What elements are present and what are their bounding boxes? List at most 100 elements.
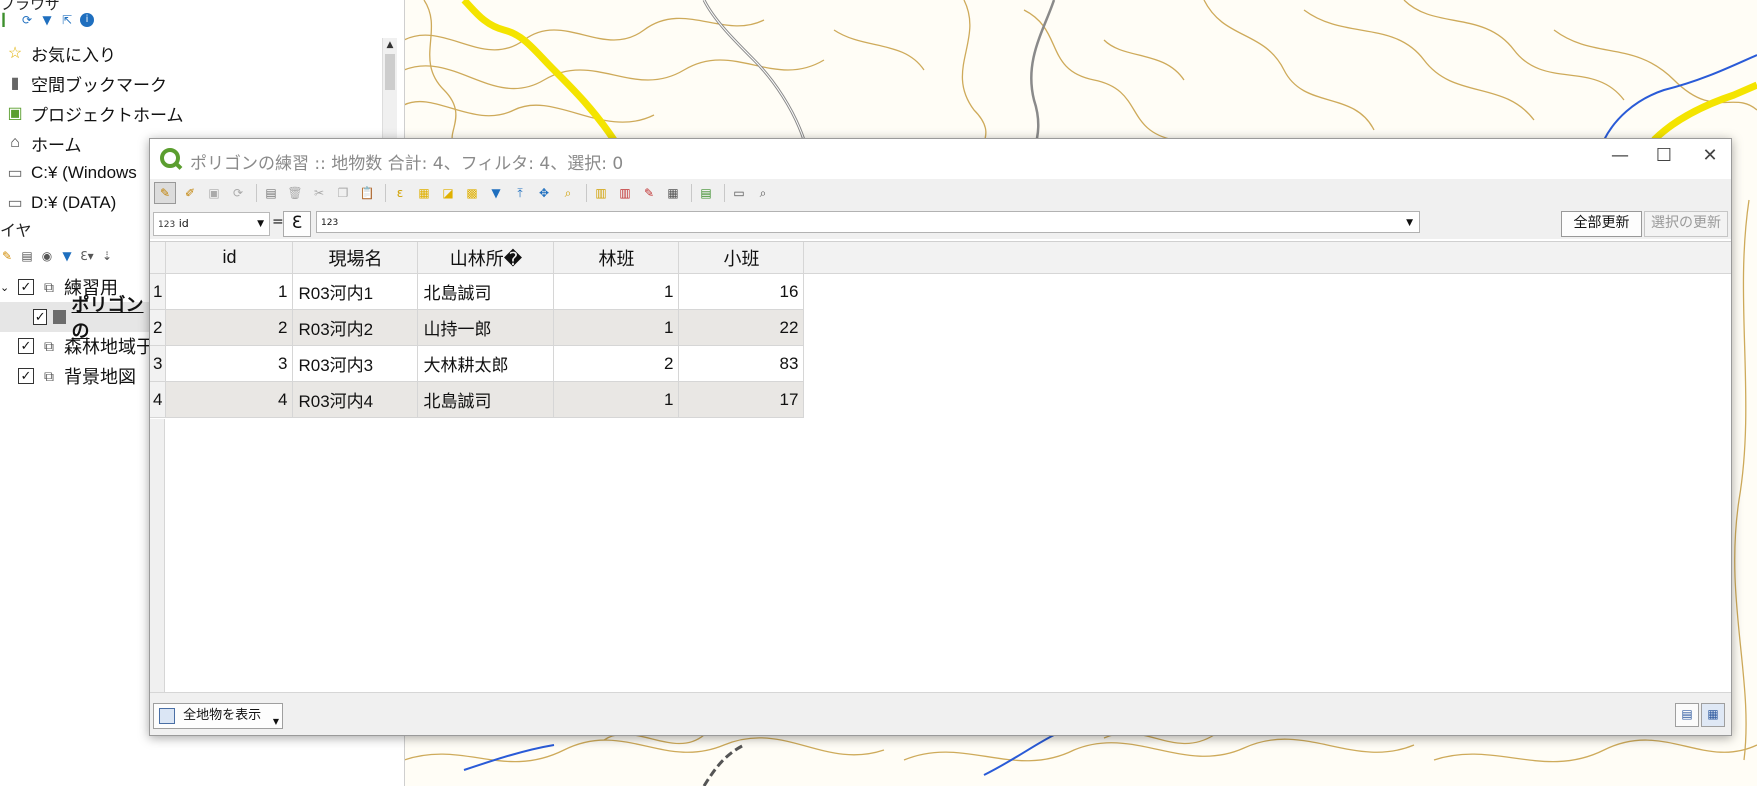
browser-item-favorites[interactable]: ☆ お気に入り xyxy=(0,38,382,68)
cell-site-name[interactable]: R03河内1 xyxy=(292,273,419,310)
row-header[interactable]: 3 xyxy=(150,345,167,382)
multi-edit-icon[interactable]: ✐ xyxy=(180,183,200,203)
cell-site-name[interactable]: R03河内2 xyxy=(292,309,419,346)
invert-selection-icon[interactable]: ◪ xyxy=(438,183,458,203)
column-header-id[interactable]: id xyxy=(165,242,294,274)
layer-checkbox[interactable]: ✓ xyxy=(18,368,34,384)
scroll-up-icon[interactable]: ▲ xyxy=(383,38,397,52)
field-select[interactable]: 123 id ▼ xyxy=(153,212,270,236)
cell-rinpan[interactable]: 1 xyxy=(553,273,680,310)
cell-owner[interactable]: 山持一郎 xyxy=(417,309,555,346)
row-header[interactable]: 1 xyxy=(150,273,167,310)
move-selection-top-icon[interactable]: ⤒ xyxy=(510,183,530,203)
toggle-editing-icon[interactable]: ✎ xyxy=(154,182,176,204)
delete-feature-icon[interactable]: 🗑 xyxy=(285,183,305,203)
group-icon: ⧉ xyxy=(44,278,54,295)
show-all-features-button[interactable]: 全地物を表示 ▼ xyxy=(153,703,283,729)
cell-shohan[interactable]: 22 xyxy=(678,309,805,346)
new-field-icon[interactable]: ▥ xyxy=(591,183,611,203)
cell-rinpan[interactable]: 1 xyxy=(553,381,680,418)
paste-icon[interactable]: 📋 xyxy=(357,183,377,203)
attribute-bottom-bar: 全地物を表示 ▼ ▤ ▦ xyxy=(150,692,1731,735)
chevron-down-icon[interactable]: ▼ xyxy=(1406,212,1413,234)
close-button[interactable]: ✕ xyxy=(1682,139,1738,175)
row-header[interactable]: 4 xyxy=(150,381,167,418)
expand-all-icon[interactable]: ⇣ xyxy=(100,249,114,263)
cell-id[interactable]: 1 xyxy=(165,273,294,310)
zoom-to-selection-icon[interactable]: ⌕ xyxy=(558,183,578,203)
table-view-button[interactable]: ▦ xyxy=(1701,703,1725,727)
table-row[interactable]: 1 1 R03河内1 北島誠司 1 16 xyxy=(150,273,805,310)
cell-id[interactable]: 4 xyxy=(165,381,294,418)
pan-to-selection-icon[interactable]: ✥ xyxy=(534,183,554,203)
reload-icon[interactable]: ⟳ xyxy=(228,183,248,203)
folder-icon: ▭ xyxy=(7,195,23,212)
cell-id[interactable]: 3 xyxy=(165,345,294,382)
cut-icon[interactable]: ✂ xyxy=(309,183,329,203)
filter-icon[interactable]: ▼ xyxy=(40,13,54,27)
cell-rinpan[interactable]: 1 xyxy=(553,309,680,346)
filter-legend-icon[interactable]: ▼ xyxy=(60,249,74,263)
attribute-table-view[interactable]: id 現場名 山林所� 林班 小班 1 1 R03河内1 北島誠司 1 16 2 xyxy=(150,241,1731,692)
collapse-icon[interactable]: ⇱ xyxy=(60,13,74,27)
table-row[interactable]: 2 2 R03河内2 山持一郎 1 22 xyxy=(150,309,805,346)
actions-icon[interactable]: ▤ xyxy=(696,183,716,203)
browser-item-spatial-bookmarks[interactable]: ▮ 空間ブックマーク xyxy=(0,68,382,98)
expression-button[interactable]: ℇ xyxy=(283,211,311,237)
polygon-layer-icon xyxy=(53,310,66,324)
cell-site-name[interactable]: R03河内4 xyxy=(292,381,419,418)
layer-group-background[interactable]: ✓ ⧉ 背景地図 xyxy=(0,361,136,391)
cell-owner[interactable]: 北島誠司 xyxy=(417,273,555,310)
deselect-all-icon[interactable]: ▩ xyxy=(462,183,482,203)
layer-checkbox[interactable]: ✓ xyxy=(18,279,34,295)
select-by-expression-icon[interactable]: ε xyxy=(390,183,410,203)
select-all-icon[interactable]: ▦ xyxy=(414,183,434,203)
dock-icon[interactable]: ▭ xyxy=(729,183,749,203)
cell-shohan[interactable]: 83 xyxy=(678,345,805,382)
row-header[interactable]: 2 xyxy=(150,309,167,346)
corner-header[interactable] xyxy=(150,242,167,274)
cell-owner[interactable]: 北島誠司 xyxy=(417,381,555,418)
column-header-shohan[interactable]: 小班 xyxy=(678,242,805,274)
delete-field-icon[interactable]: ▥ xyxy=(615,183,635,203)
refresh-icon[interactable]: ⟳ xyxy=(20,13,34,27)
style-icon[interactable]: ✎ xyxy=(0,249,14,263)
update-all-button[interactable]: 全部更新 xyxy=(1561,211,1642,237)
layer-checkbox[interactable]: ✓ xyxy=(33,309,48,325)
layer-checkbox[interactable]: ✓ xyxy=(18,338,34,354)
add-layer-icon[interactable]: ▎ xyxy=(0,13,14,27)
info-icon[interactable]: i xyxy=(80,13,94,27)
collapse-arrow-icon[interactable]: ⌄ xyxy=(0,281,18,294)
add-group-icon[interactable]: ▤ xyxy=(20,249,34,263)
filter-select-icon[interactable]: ▼ xyxy=(486,183,506,203)
expression-input[interactable]: 123 ▼ xyxy=(316,211,1420,233)
visibility-icon[interactable]: ◉ xyxy=(40,249,54,263)
column-header-rinpan[interactable]: 林班 xyxy=(553,242,680,274)
cell-shohan[interactable]: 17 xyxy=(678,381,805,418)
table-row[interactable]: 3 3 R03河内3 大林耕太郎 2 83 xyxy=(150,345,805,382)
cell-owner[interactable]: 大林耕太郎 xyxy=(417,345,555,382)
update-selected-button[interactable]: 選択の更新 xyxy=(1644,211,1728,237)
form-view-button[interactable]: ▤ xyxy=(1675,703,1699,727)
layer-polygon-practice[interactable]: ✓ ポリゴンの xyxy=(0,295,150,341)
add-feature-icon[interactable]: ▤ xyxy=(261,183,281,203)
column-header-owner[interactable]: 山林所� xyxy=(417,242,555,274)
field-calculator-icon[interactable]: ✎ xyxy=(639,183,659,203)
browser-item-label: 空間ブックマーク xyxy=(31,75,167,95)
browser-item-project-home[interactable]: ▣ プロジェクトホーム xyxy=(0,98,382,128)
table-row[interactable]: 4 4 R03河内4 北島誠司 1 17 xyxy=(150,381,805,418)
layer-group-forest[interactable]: ✓ ⧉ 森林地域于 xyxy=(0,331,154,361)
expression-filter-icon[interactable]: ℇ▾ xyxy=(80,249,94,263)
cell-rinpan[interactable]: 2 xyxy=(553,345,680,382)
search-icon[interactable]: ⌕ xyxy=(753,183,773,203)
cell-shohan[interactable]: 16 xyxy=(678,273,805,310)
cell-site-name[interactable]: R03河内3 xyxy=(292,345,419,382)
conditional-formatting-icon[interactable]: ▦ xyxy=(663,183,683,203)
scroll-thumb[interactable] xyxy=(385,54,395,90)
save-edits-icon[interactable]: ▣ xyxy=(204,183,224,203)
cell-id[interactable]: 2 xyxy=(165,309,294,346)
copy-icon[interactable]: ❐ xyxy=(333,183,353,203)
column-header-site-name[interactable]: 現場名 xyxy=(292,242,419,274)
window-titlebar[interactable]: ポリゴンの練習 :: 地物数 合計: 4、フィルタ: 4、選択: 0 — ☐ ✕ xyxy=(150,139,1731,179)
layers-toolbar: ✎ ▤ ◉ ▼ ℇ▾ ⇣ xyxy=(0,246,114,266)
